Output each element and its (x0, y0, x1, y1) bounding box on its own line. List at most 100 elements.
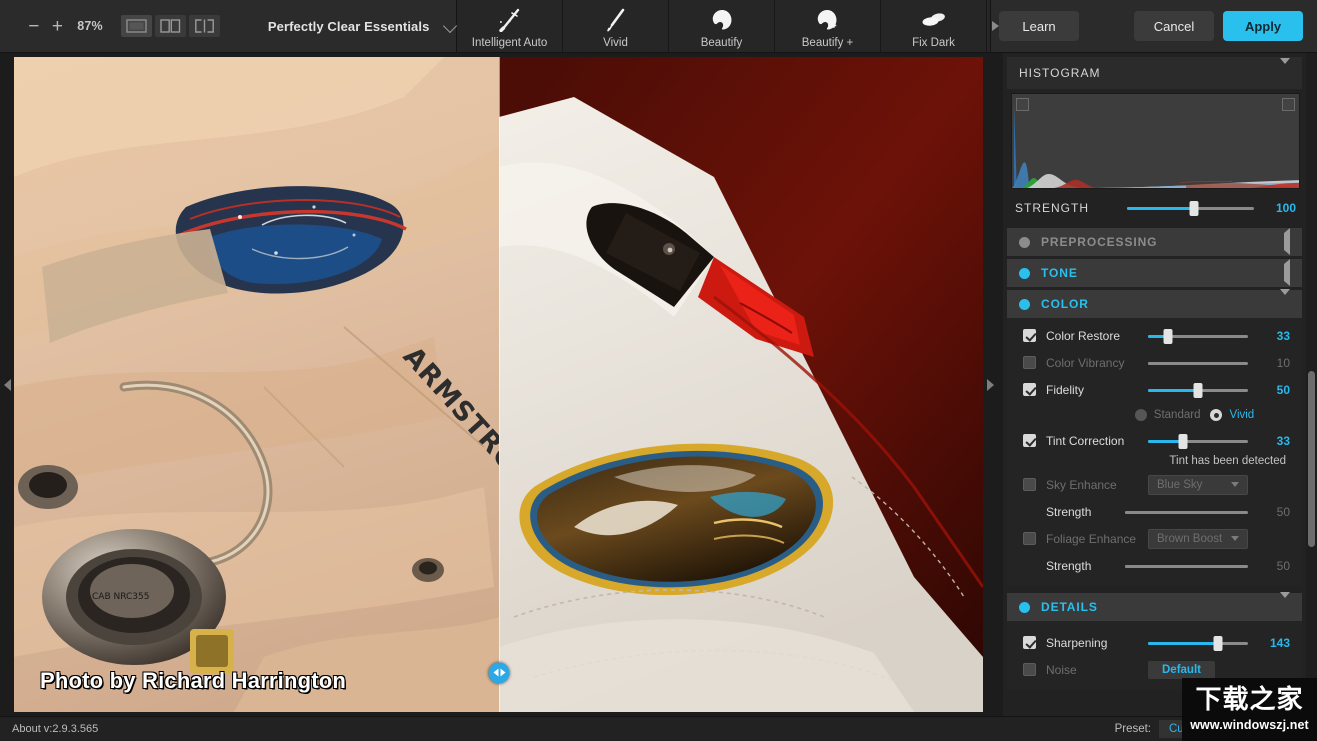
preset-value[interactable]: Custom (1159, 720, 1309, 738)
preset-label: Preset: (1115, 723, 1151, 735)
tool-strip-scroll-right-button[interactable] (990, 0, 999, 52)
toolbar-actions: Learn Cancel Apply (999, 0, 1317, 52)
panel-scrollbar[interactable] (1306, 53, 1317, 716)
section-collapse-icon[interactable] (1284, 264, 1290, 282)
section-preprocessing[interactable]: PREPROCESSING (1007, 228, 1302, 256)
apply-button[interactable]: Apply (1223, 11, 1303, 41)
next-image-button[interactable] (983, 53, 997, 716)
adjustments-panel: HISTOGRAM (1003, 53, 1317, 716)
sky-enhance-checkbox[interactable] (1023, 478, 1036, 491)
sharpening-checkbox[interactable] (1023, 636, 1036, 649)
histogram-graph[interactable] (1011, 93, 1300, 189)
control-foliage-strength: Strength 50 (1011, 552, 1298, 579)
app-window: − + 87% (0, 0, 1317, 741)
radio-icon (1210, 409, 1222, 421)
sky-strength-slider[interactable] (1125, 505, 1248, 519)
control-fidelity: Fidelity 50 (1011, 376, 1298, 403)
chevron-down-icon[interactable] (443, 18, 456, 34)
section-collapse-icon[interactable] (1280, 598, 1290, 616)
zoom-out-button[interactable]: − (22, 11, 46, 41)
section-details[interactable]: DETAILS (1007, 593, 1302, 621)
control-label: Foliage Enhance (1046, 532, 1148, 546)
split-handle[interactable] (489, 662, 510, 683)
about-version-label[interactable]: About v:2.9.3.565 (0, 723, 98, 735)
control-sharpening: Sharpening 143 (1011, 629, 1298, 656)
strength-value: 100 (1262, 201, 1296, 215)
before-after-pane-icon (194, 19, 215, 33)
color-vibrancy-slider[interactable] (1148, 356, 1248, 370)
noise-checkbox[interactable] (1023, 663, 1036, 676)
tint-correction-slider[interactable] (1148, 434, 1248, 448)
cancel-button[interactable]: Cancel (1134, 11, 1214, 41)
view-mode-single-button[interactable] (121, 15, 152, 37)
learn-button[interactable]: Learn (999, 11, 1079, 41)
select-value: Brown Boost (1157, 533, 1222, 545)
histogram-black-point-handle[interactable] (1016, 98, 1029, 111)
noise-default-button[interactable]: Default (1148, 661, 1215, 679)
preset-name-label[interactable]: Perfectly Clear Essentials (268, 19, 430, 34)
tool-intelligent-auto[interactable]: Intelligent Auto (457, 0, 563, 52)
arrow-right-icon (500, 669, 505, 677)
control-label: Tint Correction (1046, 434, 1148, 448)
main-body: ARMSTRONG CAB NRC355 (0, 53, 1317, 716)
status-bar: About v:2.9.3.565 Preset: Custom (0, 716, 1317, 741)
tint-correction-checkbox[interactable] (1023, 434, 1036, 447)
strength-slider[interactable] (1127, 201, 1254, 215)
control-label: Color Vibrancy (1046, 356, 1148, 370)
previous-image-button[interactable] (0, 53, 14, 716)
section-collapse-icon[interactable] (1284, 233, 1290, 251)
fidelity-mode-vivid[interactable]: Vivid (1210, 409, 1254, 421)
tool-beautify-plus[interactable]: Beautify + (775, 0, 881, 52)
section-collapse-icon[interactable] (1280, 295, 1290, 313)
face-icon (707, 6, 737, 32)
control-value: 33 (1256, 434, 1290, 448)
control-label: Strength (1023, 559, 1125, 573)
radio-label: Standard (1154, 409, 1201, 421)
control-label: Color Restore (1046, 329, 1148, 343)
foliage-enhance-checkbox[interactable] (1023, 532, 1036, 545)
view-mode-before-after-button[interactable] (189, 15, 220, 37)
pillow-icon (919, 6, 949, 32)
foliage-strength-slider[interactable] (1125, 559, 1248, 573)
view-mode-split-button[interactable] (155, 15, 186, 37)
histogram-collapse-icon[interactable] (1280, 64, 1290, 82)
control-value: 50 (1256, 559, 1290, 573)
section-toggle-dot[interactable] (1019, 268, 1030, 279)
control-label: Noise (1046, 663, 1148, 677)
section-toggle-dot[interactable] (1019, 602, 1030, 613)
color-vibrancy-checkbox[interactable] (1023, 356, 1036, 369)
fidelity-checkbox[interactable] (1023, 383, 1036, 396)
histogram-white-point-handle[interactable] (1282, 98, 1295, 111)
sky-enhance-select[interactable]: Blue Sky (1148, 475, 1248, 495)
section-tone[interactable]: TONE (1007, 259, 1302, 287)
color-restore-checkbox[interactable] (1023, 329, 1036, 342)
color-restore-slider[interactable] (1148, 329, 1248, 343)
panel-scrollbar-thumb[interactable] (1308, 371, 1315, 547)
svg-text:CAB NRC355: CAB NRC355 (92, 592, 149, 602)
control-label: Sharpening (1046, 636, 1148, 650)
tool-label: Beautify (701, 37, 743, 49)
section-toggle-dot[interactable] (1019, 237, 1030, 248)
foliage-enhance-select[interactable]: Brown Boost (1148, 529, 1248, 549)
arrow-left-icon (493, 669, 498, 677)
control-tint-correction: Tint Correction 33 (1011, 427, 1298, 454)
zoom-level-label: 87% (77, 19, 103, 33)
chevron-right-icon (992, 21, 999, 31)
sharpening-slider[interactable] (1148, 636, 1248, 650)
section-color[interactable]: COLOR (1007, 290, 1302, 318)
tool-vivid[interactable]: Vivid (563, 0, 669, 52)
fidelity-slider[interactable] (1148, 383, 1248, 397)
tool-label: Intelligent Auto (472, 37, 547, 49)
tool-fix-dark[interactable]: Fix Dark (881, 0, 987, 52)
control-value: 50 (1256, 505, 1290, 519)
tool-beautify[interactable]: Beautify (669, 0, 775, 52)
control-value: 143 (1256, 636, 1290, 650)
strength-row: STRENGTH 100 (1003, 191, 1306, 225)
photo-preview[interactable]: ARMSTRONG CAB NRC355 (14, 57, 983, 712)
view-mode-group (121, 15, 220, 37)
section-toggle-dot[interactable] (1019, 299, 1030, 310)
fidelity-mode-standard[interactable]: Standard (1135, 409, 1201, 421)
zoom-in-button[interactable]: + (46, 11, 70, 41)
histogram-header[interactable]: HISTOGRAM (1007, 57, 1302, 89)
split-pane-icon (160, 19, 181, 33)
